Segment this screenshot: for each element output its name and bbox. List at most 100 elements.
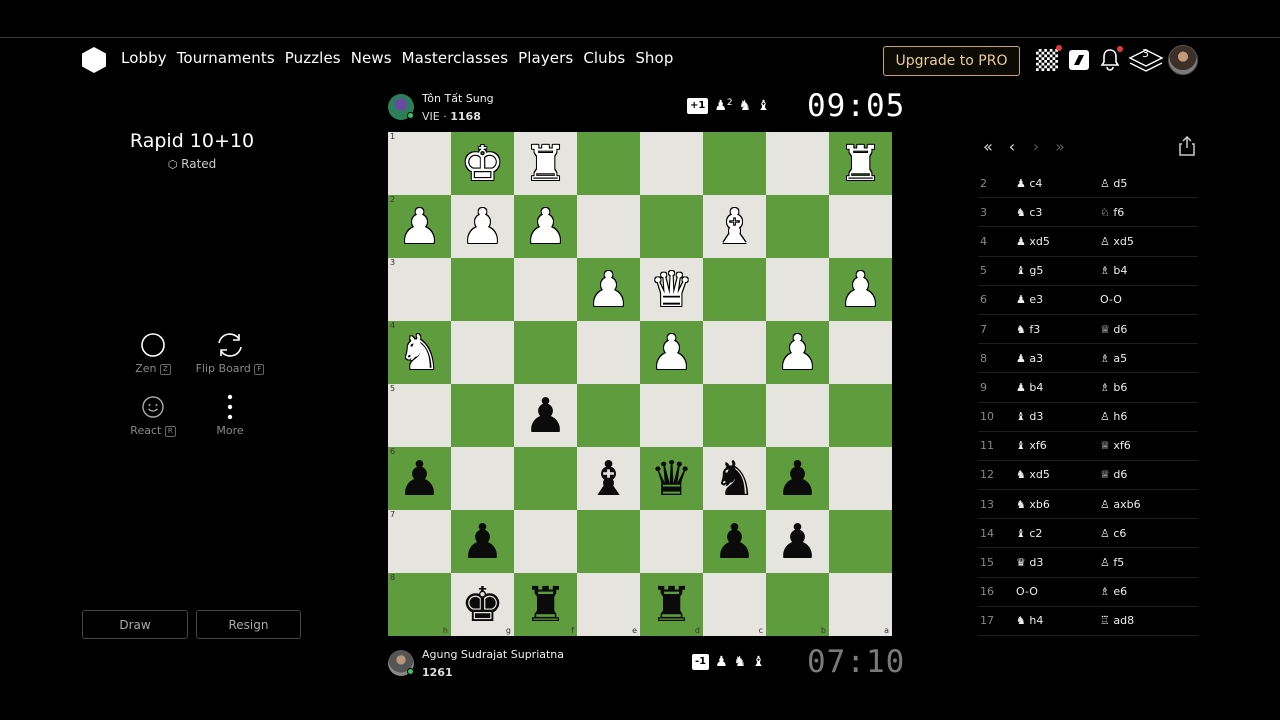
white-move[interactable]: ♝ xf6 bbox=[1002, 439, 1100, 452]
board-square[interactable]: 2 ♟ bbox=[388, 195, 451, 258]
board-square[interactable]: 1 bbox=[388, 132, 451, 195]
black-move[interactable]: ♗ e6 bbox=[1100, 585, 1198, 598]
board-square[interactable] bbox=[577, 384, 640, 447]
board-square[interactable] bbox=[451, 258, 514, 321]
black-move[interactable]: ♘ f6 bbox=[1100, 206, 1198, 219]
black-move[interactable]: ♙ f5 bbox=[1100, 556, 1198, 569]
white-pawn-piece[interactable]: ♟ bbox=[839, 266, 882, 314]
black-move[interactable]: ♙ xd5 bbox=[1100, 235, 1198, 248]
white-pawn-piece[interactable]: ♟ bbox=[461, 203, 504, 251]
board-square[interactable]: ♟ bbox=[640, 321, 703, 384]
white-move[interactable]: ♟ e3 bbox=[1002, 293, 1100, 306]
nav-clubs[interactable]: Clubs bbox=[582, 49, 626, 67]
board-square[interactable] bbox=[829, 510, 892, 573]
board-square[interactable] bbox=[577, 195, 640, 258]
black-move[interactable]: O-O bbox=[1100, 293, 1198, 306]
board-square[interactable]: ♝ bbox=[577, 447, 640, 510]
board-square[interactable] bbox=[514, 510, 577, 573]
white-move[interactable]: ♝ c2 bbox=[1002, 527, 1100, 540]
white-rook-piece[interactable]: ♜ bbox=[839, 140, 882, 188]
black-pawn-piece[interactable]: ♟ bbox=[398, 455, 441, 503]
board-square[interactable] bbox=[451, 384, 514, 447]
board-square[interactable]: ♟ bbox=[703, 510, 766, 573]
board-square[interactable] bbox=[514, 258, 577, 321]
board-square[interactable] bbox=[829, 447, 892, 510]
user-avatar[interactable] bbox=[1168, 45, 1198, 75]
board-square[interactable] bbox=[577, 510, 640, 573]
board-square[interactable] bbox=[577, 321, 640, 384]
board-square[interactable] bbox=[766, 384, 829, 447]
white-move[interactable]: ♟ xd5 bbox=[1002, 235, 1100, 248]
board-square[interactable]: ♝ bbox=[703, 195, 766, 258]
white-pawn-piece[interactable]: ♟ bbox=[398, 203, 441, 251]
nav-shop[interactable]: Shop bbox=[634, 49, 674, 67]
black-move[interactable]: ♙ d5 bbox=[1100, 177, 1198, 190]
black-rook-piece[interactable]: ♜ bbox=[650, 581, 693, 629]
board-square[interactable] bbox=[514, 447, 577, 510]
board-square[interactable] bbox=[703, 258, 766, 321]
board-square[interactable] bbox=[829, 195, 892, 258]
white-knight-piece[interactable]: ♞ bbox=[398, 329, 441, 377]
white-move[interactable]: ♝ g5 bbox=[1002, 264, 1100, 277]
white-move[interactable]: ♞ xd5 bbox=[1002, 468, 1100, 481]
board-square[interactable]: ♞ bbox=[703, 447, 766, 510]
checkerboard-icon[interactable] bbox=[1034, 45, 1062, 73]
board-square[interactable]: 6 ♟ bbox=[388, 447, 451, 510]
board-square[interactable]: ♜ bbox=[829, 132, 892, 195]
board-square[interactable] bbox=[451, 447, 514, 510]
draw-button[interactable]: Draw bbox=[82, 610, 188, 639]
black-move[interactable]: ♕ d6 bbox=[1100, 468, 1198, 481]
black-move[interactable]: ♙ h6 bbox=[1100, 410, 1198, 423]
board-square[interactable] bbox=[640, 510, 703, 573]
white-queen-piece[interactable]: ♛ bbox=[650, 266, 693, 314]
player-name[interactable]: Agung Sudrajat Supriatna bbox=[422, 648, 564, 661]
white-move[interactable]: ♞ h4 bbox=[1002, 614, 1100, 627]
black-move[interactable]: ♙ c6 bbox=[1100, 527, 1198, 540]
white-pawn-piece[interactable]: ♟ bbox=[587, 266, 630, 314]
board-square[interactable] bbox=[703, 132, 766, 195]
white-pawn-piece[interactable]: ♟ bbox=[524, 203, 567, 251]
nav-news[interactable]: News bbox=[350, 49, 393, 67]
board-square[interactable] bbox=[514, 321, 577, 384]
white-pawn-piece[interactable]: ♟ bbox=[776, 329, 819, 377]
board-square[interactable]: ♛ bbox=[640, 258, 703, 321]
first-move-icon[interactable]: « bbox=[982, 137, 994, 156]
black-pawn-piece[interactable]: ♟ bbox=[776, 518, 819, 566]
flip-board-button[interactable]: Flip Board F bbox=[190, 328, 270, 375]
board-square[interactable] bbox=[640, 384, 703, 447]
black-knight-piece[interactable]: ♞ bbox=[713, 455, 756, 503]
nav-puzzles[interactable]: Puzzles bbox=[284, 49, 342, 67]
board-square[interactable]: 3 bbox=[388, 258, 451, 321]
last-move-icon[interactable]: » bbox=[1054, 137, 1066, 156]
board-square[interactable]: ♟ bbox=[766, 321, 829, 384]
black-move[interactable]: ♙ axb6 bbox=[1100, 498, 1198, 511]
board-square[interactable] bbox=[703, 384, 766, 447]
black-pawn-piece[interactable]: ♟ bbox=[776, 455, 819, 503]
black-queen-piece[interactable]: ♛ bbox=[650, 455, 693, 503]
board-square[interactable]: 5 bbox=[388, 384, 451, 447]
black-move[interactable]: ♗ b4 bbox=[1100, 264, 1198, 277]
board-square[interactable] bbox=[451, 321, 514, 384]
white-king-piece[interactable]: ♚ bbox=[461, 140, 504, 188]
share-icon[interactable] bbox=[1178, 136, 1196, 156]
board-square[interactable]: g ♚ bbox=[451, 573, 514, 636]
board-square[interactable]: d ♜ bbox=[640, 573, 703, 636]
white-rook-piece[interactable]: ♜ bbox=[524, 140, 567, 188]
more-button[interactable]: More bbox=[190, 390, 270, 437]
board-square[interactable]: b bbox=[766, 573, 829, 636]
nav-lobby[interactable]: Lobby bbox=[120, 49, 168, 67]
board-square[interactable]: 8h bbox=[388, 573, 451, 636]
analysis-board-icon[interactable] bbox=[1066, 47, 1092, 73]
next-move-icon[interactable]: › bbox=[1030, 137, 1042, 156]
black-move[interactable]: ♖ ad8 bbox=[1100, 614, 1198, 627]
white-pawn-piece[interactable]: ♟ bbox=[650, 329, 693, 377]
board-square[interactable]: 4 ♞ bbox=[388, 321, 451, 384]
board-square[interactable]: f ♜ bbox=[514, 573, 577, 636]
upgrade-button[interactable]: Upgrade to PRO bbox=[883, 46, 1020, 76]
board-square[interactable]: ♟ bbox=[766, 447, 829, 510]
board-square[interactable]: ♟ bbox=[514, 195, 577, 258]
board-square[interactable] bbox=[640, 195, 703, 258]
black-move[interactable]: ♗ b6 bbox=[1100, 381, 1198, 394]
board-square[interactable]: ♟ bbox=[514, 384, 577, 447]
black-pawn-piece[interactable]: ♟ bbox=[524, 392, 567, 440]
